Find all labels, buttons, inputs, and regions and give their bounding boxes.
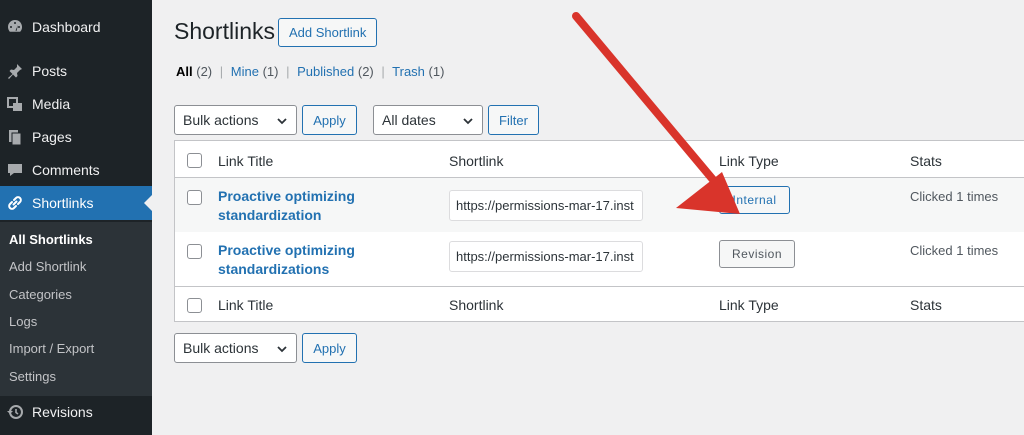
date-filter-select[interactable]: All dates bbox=[373, 105, 483, 135]
apply-button-top[interactable]: Apply bbox=[302, 105, 357, 135]
media-icon bbox=[6, 95, 24, 113]
row-checkbox[interactable] bbox=[187, 244, 202, 259]
sidebar-item-dashboard[interactable]: Dashboard bbox=[0, 10, 152, 44]
view-mine-count: (1) bbox=[262, 64, 279, 79]
sidebar-item-label: Revisions bbox=[32, 404, 93, 420]
date-filter-value: All dates bbox=[382, 112, 436, 128]
link-title[interactable]: Proactive optimizing standardizations bbox=[218, 241, 355, 279]
submenu-import-export[interactable]: Import / Export bbox=[9, 341, 94, 356]
history-icon bbox=[6, 403, 24, 421]
sidebar-item-label: Media bbox=[32, 96, 71, 112]
column-shortlink: Shortlink bbox=[449, 297, 504, 313]
status-filter-links: All (2) | Mine (1) | Published (2) | Tra… bbox=[176, 64, 444, 79]
select-all-checkbox[interactable] bbox=[187, 153, 202, 168]
admin-sidebar: Dashboard Posts Media Pages Comments Sho… bbox=[0, 0, 152, 435]
table-footer: Link Title Shortlink Link Type Stats bbox=[175, 286, 1024, 322]
view-trash[interactable]: Trash bbox=[392, 64, 425, 79]
table-header: Link Title Shortlink Link Type Stats bbox=[175, 141, 1024, 178]
view-all[interactable]: All bbox=[176, 64, 193, 79]
shortlinks-submenu: All Shortlinks Add Shortlink Categories … bbox=[0, 222, 152, 396]
link-type-badge: Revision bbox=[719, 240, 795, 268]
submenu-add-shortlink[interactable]: Add Shortlink bbox=[9, 259, 86, 274]
separator: | bbox=[381, 64, 385, 79]
row-checkbox[interactable] bbox=[187, 190, 202, 205]
comment-icon bbox=[6, 161, 24, 179]
link-title-line: Proactive optimizing bbox=[218, 242, 355, 258]
separator: | bbox=[219, 64, 224, 79]
submenu-settings[interactable]: Settings bbox=[9, 369, 56, 384]
view-published[interactable]: Published bbox=[297, 64, 354, 79]
bulk-actions-select-top[interactable]: Bulk actions bbox=[174, 105, 297, 135]
apply-button-bottom[interactable]: Apply bbox=[302, 333, 357, 363]
submenu-categories[interactable]: Categories bbox=[9, 287, 72, 302]
table-row: Proactive optimizing standardizations ht… bbox=[175, 232, 1024, 286]
shortlinks-table: Link Title Shortlink Link Type Stats Pro… bbox=[174, 140, 1024, 322]
sidebar-item-label: Dashboard bbox=[32, 19, 101, 35]
chevron-down-icon bbox=[277, 118, 287, 125]
sidebar-item-comments[interactable]: Comments bbox=[0, 153, 152, 187]
view-published-count: (2) bbox=[357, 64, 374, 79]
pin-icon bbox=[6, 62, 24, 80]
bulk-actions-select-bottom[interactable]: Bulk actions bbox=[174, 333, 297, 363]
shortlink-field[interactable]: https://permissions-mar-17.inst bbox=[449, 241, 643, 272]
select-all-checkbox[interactable] bbox=[187, 298, 202, 313]
column-link-title[interactable]: Link Title bbox=[218, 297, 273, 313]
sidebar-item-label: Posts bbox=[32, 63, 68, 79]
sidebar-item-pages[interactable]: Pages bbox=[0, 120, 152, 154]
view-all-count: (2) bbox=[196, 64, 213, 79]
link-title-line: standardizations bbox=[218, 261, 330, 277]
link-icon bbox=[6, 194, 24, 212]
submenu-all-shortlinks[interactable]: All Shortlinks bbox=[9, 232, 93, 247]
separator: | bbox=[286, 64, 290, 79]
table-row: Proactive optimizing standardization htt… bbox=[175, 178, 1024, 232]
stats-text: Clicked 1 times bbox=[910, 189, 999, 204]
column-shortlink: Shortlink bbox=[449, 153, 504, 169]
column-stats: Stats bbox=[910, 153, 942, 169]
pages-icon bbox=[6, 128, 24, 146]
sidebar-item-media[interactable]: Media bbox=[0, 87, 152, 121]
column-link-type: Link Type bbox=[719, 297, 779, 313]
sidebar-item-label: Shortlinks bbox=[32, 195, 94, 211]
view-mine[interactable]: Mine bbox=[231, 64, 259, 79]
column-link-title[interactable]: Link Title bbox=[218, 153, 273, 169]
dashboard-icon bbox=[6, 18, 24, 36]
submenu-logs[interactable]: Logs bbox=[9, 314, 37, 329]
filter-button[interactable]: Filter bbox=[488, 105, 539, 135]
add-shortlink-button[interactable]: Add Shortlink bbox=[278, 18, 378, 47]
page-title: Shortlinks bbox=[174, 18, 275, 44]
stats-text: Clicked 1 times bbox=[910, 243, 999, 258]
column-link-type: Link Type bbox=[719, 153, 779, 169]
sidebar-item-shortlinks[interactable]: Shortlinks bbox=[0, 186, 152, 220]
link-title-line: standardization bbox=[218, 207, 322, 223]
sidebar-item-label: Pages bbox=[32, 129, 72, 145]
column-stats: Stats bbox=[910, 297, 942, 313]
chevron-down-icon bbox=[463, 118, 473, 125]
sidebar-item-posts[interactable]: Posts bbox=[0, 54, 152, 88]
bulk-actions-value: Bulk actions bbox=[183, 112, 259, 128]
link-title-line: Proactive optimizing bbox=[218, 188, 355, 204]
chevron-down-icon bbox=[277, 346, 287, 353]
link-type-badge: Internal bbox=[719, 186, 790, 214]
view-trash-count: (1) bbox=[428, 64, 445, 79]
link-title[interactable]: Proactive optimizing standardization bbox=[218, 187, 355, 225]
shortlink-field[interactable]: https://permissions-mar-17.inst bbox=[449, 190, 643, 221]
bulk-actions-value: Bulk actions bbox=[183, 340, 259, 356]
sidebar-item-label: Comments bbox=[32, 162, 100, 178]
sidebar-item-revisions[interactable]: Revisions bbox=[0, 395, 152, 429]
